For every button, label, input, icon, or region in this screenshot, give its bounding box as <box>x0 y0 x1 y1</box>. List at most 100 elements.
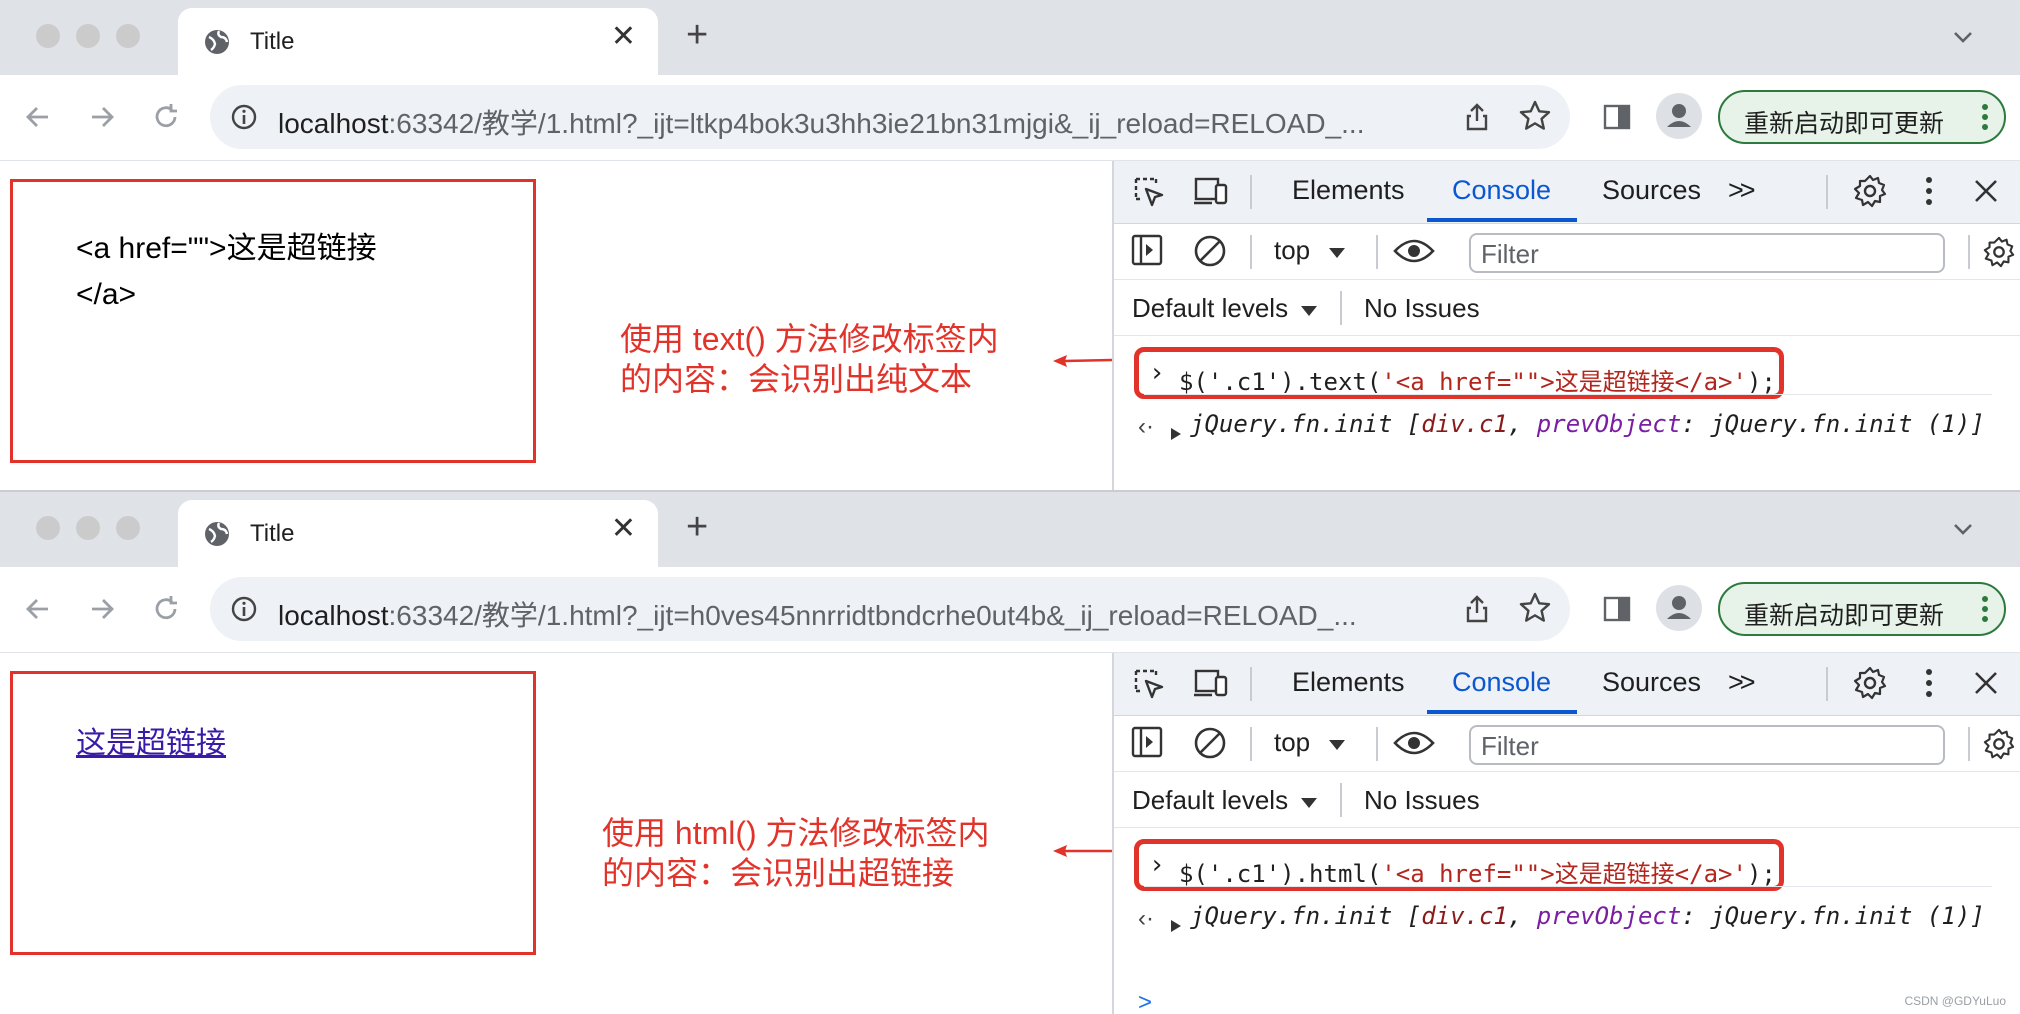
close-devtools-icon[interactable] <box>1972 669 2000 697</box>
console-filter-box[interactable] <box>1469 233 1945 273</box>
clear-console-icon[interactable] <box>1192 233 1228 269</box>
eye-icon[interactable] <box>1392 727 1436 759</box>
new-tab-button[interactable]: + <box>686 508 708 546</box>
expand-triangle-icon[interactable] <box>1170 427 1182 441</box>
more-vert-icon[interactable] <box>1980 594 1990 624</box>
profile-avatar[interactable] <box>1656 93 1702 139</box>
log-levels-dropdown[interactable]: Default levels <box>1132 293 1288 324</box>
console-command[interactable]: $('.c1').html('<a href="">这是超链接</a>'); <box>1179 854 1776 889</box>
bookmark-star-icon[interactable] <box>1518 99 1552 133</box>
toolbar-divider <box>1826 667 1828 701</box>
plain-text-line-2: </a> <box>76 278 137 311</box>
globe-icon <box>205 522 229 546</box>
device-toolbar-icon[interactable] <box>1192 667 1230 701</box>
url-text[interactable]: localhost:63342/教学/1.html?_ijt=ltkp4bok3… <box>278 102 1364 142</box>
address-bar[interactable]: localhost:63342/教学/1.html?_ijt=ltkp4bok3… <box>210 85 1570 149</box>
profile-avatar[interactable] <box>1656 585 1702 631</box>
share-icon[interactable] <box>1462 593 1492 625</box>
tab-strip: Title ✕ + <box>0 0 2020 75</box>
tab-elements[interactable]: Elements <box>1292 667 1405 698</box>
side-panel-icon[interactable] <box>1602 594 1632 624</box>
more-vert-icon[interactable] <box>1980 102 1990 132</box>
caret-down-icon[interactable] <box>1328 247 1346 259</box>
log-levels-dropdown[interactable]: Default levels <box>1132 785 1288 816</box>
reload-icon[interactable] <box>150 593 182 625</box>
maximize-window-button[interactable] <box>116 516 140 540</box>
share-icon[interactable] <box>1462 101 1492 133</box>
caret-down-icon[interactable] <box>1300 305 1318 317</box>
inspect-element-icon[interactable] <box>1132 667 1166 701</box>
person-icon <box>1667 596 1691 619</box>
context-selector[interactable]: top <box>1274 235 1310 266</box>
url-text[interactable]: localhost:63342/教学/1.html?_ijt=h0ves45nn… <box>278 594 1357 634</box>
inspect-element-icon[interactable] <box>1132 175 1166 209</box>
forward-arrow-icon[interactable] <box>86 101 118 133</box>
update-button[interactable]: 重新启动即可更新 <box>1718 90 2006 144</box>
bookmark-star-icon[interactable] <box>1518 591 1552 625</box>
maximize-window-button[interactable] <box>116 24 140 48</box>
minimize-window-button[interactable] <box>76 516 100 540</box>
back-arrow-icon[interactable] <box>22 593 54 625</box>
settings-gear-icon[interactable] <box>1852 173 1888 209</box>
tab-sources[interactable]: Sources <box>1602 667 1701 698</box>
close-window-button[interactable] <box>36 516 60 540</box>
console-result-text[interactable]: jQuery.fn.init [div.c1, prevObject: jQue… <box>1190 409 2010 439</box>
sidebar-toggle-icon[interactable] <box>1130 233 1164 267</box>
sidebar-toggle-icon[interactable] <box>1130 725 1164 759</box>
devtools-tab-bar: Elements Console Sources >> <box>1114 653 2020 716</box>
console-settings-icon[interactable] <box>1982 727 2016 761</box>
forward-arrow-icon[interactable] <box>86 593 118 625</box>
filter-input[interactable] <box>1479 730 1923 763</box>
close-tab-icon[interactable]: ✕ <box>611 22 636 52</box>
console-next-prompt[interactable]: > <box>1138 989 1152 1014</box>
caret-down-icon[interactable] <box>1328 739 1346 751</box>
browser-window-html: Title ✕ + localhost:63342/教学/1.html?_ijt… <box>0 492 2020 1014</box>
side-panel-icon[interactable] <box>1602 102 1632 132</box>
close-window-button[interactable] <box>36 24 60 48</box>
issues-counter[interactable]: No Issues <box>1364 785 1480 816</box>
toolbar-divider <box>1250 175 1252 209</box>
issues-counter[interactable]: No Issues <box>1364 293 1480 324</box>
console-result-text[interactable]: jQuery.fn.init [div.c1, prevObject: jQue… <box>1190 901 2010 931</box>
browser-tab[interactable]: Title ✕ <box>178 500 658 567</box>
browser-tab[interactable]: Title ✕ <box>178 8 658 75</box>
caret-down-icon[interactable] <box>1300 797 1318 809</box>
update-button-label: 重新启动即可更新 <box>1744 110 1945 138</box>
filter-input[interactable] <box>1479 238 1923 271</box>
console-separator <box>1144 886 1992 887</box>
chevron-down-icon[interactable] <box>1950 24 1976 50</box>
context-selector[interactable]: top <box>1274 727 1310 758</box>
more-vert-icon[interactable] <box>1924 667 1934 699</box>
close-tab-icon[interactable]: ✕ <box>611 514 636 544</box>
site-info-icon[interactable] <box>230 103 258 131</box>
console-command[interactable]: $('.c1').text('<a href="">这是超链接</a>'); <box>1179 362 1776 397</box>
site-info-icon[interactable] <box>230 595 258 623</box>
console-filter-box[interactable] <box>1469 725 1945 765</box>
tab-elements[interactable]: Elements <box>1292 175 1405 206</box>
new-tab-button[interactable]: + <box>686 16 708 54</box>
browser-toolbar: localhost:63342/教学/1.html?_ijt=ltkp4bok3… <box>0 75 2020 161</box>
reload-icon[interactable] <box>150 101 182 133</box>
more-tabs-button[interactable]: >> <box>1728 667 1755 698</box>
expand-triangle-icon[interactable] <box>1170 919 1182 933</box>
back-arrow-icon[interactable] <box>22 101 54 133</box>
minimize-window-button[interactable] <box>76 24 100 48</box>
chevron-down-icon[interactable] <box>1950 516 1976 542</box>
update-button[interactable]: 重新启动即可更新 <box>1718 582 2006 636</box>
browser-window-text: Title ✕ + localhost:63342/教学/1.html?_ijt… <box>0 0 2020 492</box>
hyperlink-output[interactable]: 这是超链接 <box>76 718 226 762</box>
more-tabs-button[interactable]: >> <box>1728 175 1755 206</box>
toolbar-divider <box>1826 175 1828 209</box>
address-bar[interactable]: localhost:63342/教学/1.html?_ijt=h0ves45nn… <box>210 577 1570 641</box>
close-devtools-icon[interactable] <box>1972 177 2000 205</box>
console-settings-icon[interactable] <box>1982 235 2016 269</box>
settings-gear-icon[interactable] <box>1852 665 1888 701</box>
tab-console[interactable]: Console <box>1452 175 1551 206</box>
person-icon <box>1667 104 1691 127</box>
clear-console-icon[interactable] <box>1192 725 1228 761</box>
more-vert-icon[interactable] <box>1924 175 1934 207</box>
eye-icon[interactable] <box>1392 235 1436 267</box>
device-toolbar-icon[interactable] <box>1192 175 1230 209</box>
tab-console[interactable]: Console <box>1452 667 1551 698</box>
tab-sources[interactable]: Sources <box>1602 175 1701 206</box>
